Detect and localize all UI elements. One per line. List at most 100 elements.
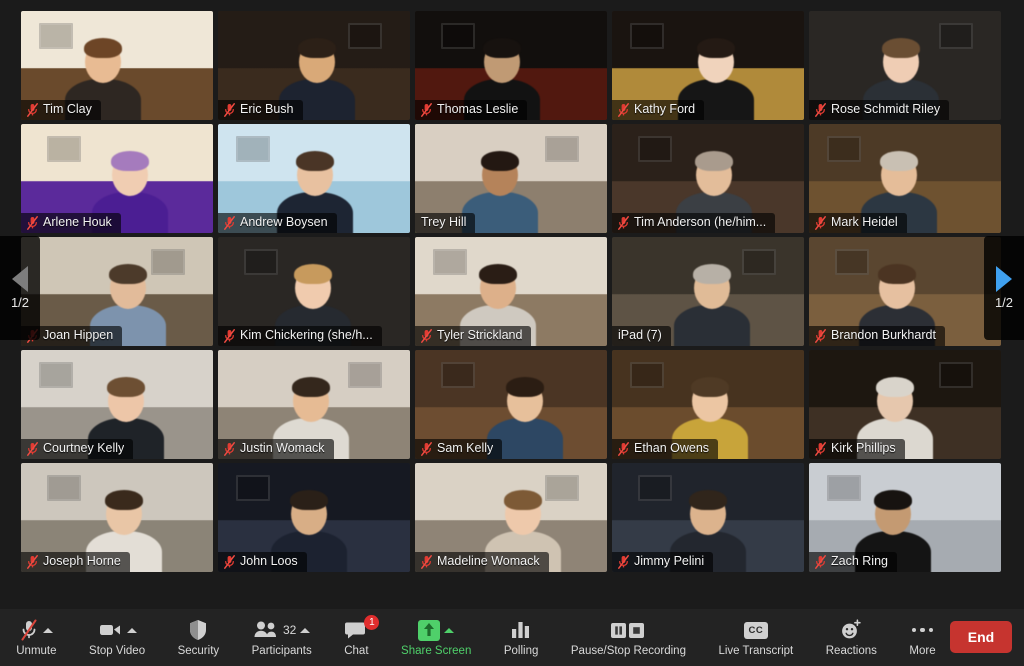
chevron-up-icon[interactable] bbox=[300, 627, 311, 633]
participant-name: iPad (7) bbox=[618, 328, 662, 342]
end-meeting-button[interactable]: End bbox=[950, 621, 1012, 653]
participant-hair bbox=[689, 490, 727, 510]
participant-nameplate: iPad (7) bbox=[612, 326, 671, 346]
zoom-meeting-window: Tim Clay Eric Bush Thomas Leslie Kathy Ford… bbox=[0, 0, 1024, 666]
microphone-muted-icon bbox=[27, 102, 38, 117]
participant-tile[interactable]: John Loos bbox=[218, 463, 410, 572]
next-page-button[interactable]: 1/2 bbox=[984, 236, 1024, 340]
toolbar-button-polling[interactable]: Polling bbox=[498, 609, 545, 666]
participant-tile[interactable]: Jimmy Pelini bbox=[612, 463, 804, 572]
participant-nameplate: Brandon Burkhardt bbox=[809, 326, 945, 346]
participant-tile[interactable]: Joseph Horne bbox=[21, 463, 213, 572]
participant-hair bbox=[695, 151, 733, 171]
participant-tile[interactable]: Tyler Strickland bbox=[415, 237, 607, 346]
wall-decor bbox=[939, 23, 973, 49]
toolbar-label: Reactions bbox=[825, 645, 877, 657]
wall-decor bbox=[638, 475, 672, 501]
toolbar-label: Share Screen bbox=[401, 645, 472, 657]
toolbar-label: Chat bbox=[344, 645, 369, 657]
microphone-muted-icon bbox=[815, 554, 826, 569]
participant-hair bbox=[691, 377, 729, 397]
participant-hair bbox=[111, 151, 149, 171]
chevron-up-icon[interactable] bbox=[127, 627, 138, 633]
icon-holder bbox=[19, 618, 39, 642]
triangle-left-icon bbox=[12, 266, 28, 292]
toolbar-button-reactions[interactable]: Reactions bbox=[820, 609, 883, 666]
toolbar-button-share-screen[interactable]: Share Screen bbox=[395, 609, 477, 666]
toolbar-icon-row: 32 bbox=[253, 618, 311, 642]
participant-hair bbox=[84, 38, 122, 58]
toolbar-button-more[interactable]: More bbox=[903, 609, 941, 666]
participant-nameplate: Rose Schmidt Riley bbox=[809, 100, 950, 120]
participant-nameplate: Eric Bush bbox=[218, 100, 303, 120]
participant-nameplate: Courtney Kelly bbox=[21, 439, 134, 459]
participant-name: Tim Anderson (he/him... bbox=[634, 215, 767, 229]
participant-tile[interactable]: Kim Chickering (she/h... bbox=[218, 237, 410, 346]
toolbar-button-chat[interactable]: 1 Chat bbox=[338, 609, 380, 666]
participant-nameplate: Kirk Phillips bbox=[809, 439, 905, 459]
participant-name: Zach Ring bbox=[831, 554, 888, 568]
participant-tile[interactable]: Tim Anderson (he/him... bbox=[612, 124, 804, 233]
participant-tile[interactable]: Thomas Leslie bbox=[415, 11, 607, 120]
participant-tile[interactable]: Andrew Boysen bbox=[218, 124, 410, 233]
wall-decor bbox=[441, 23, 475, 49]
participant-tile[interactable]: Trey Hill bbox=[415, 124, 607, 233]
shield-icon bbox=[190, 620, 207, 640]
toolbar-icon-row bbox=[911, 618, 934, 642]
microphone-muted-icon bbox=[421, 554, 432, 569]
participant-tile[interactable]: Tim Clay bbox=[21, 11, 213, 120]
participant-tile[interactable]: Courtney Kelly bbox=[21, 350, 213, 459]
microphone-muted-icon bbox=[27, 215, 38, 230]
toolbar-button-recording[interactable]: Pause/Stop Recording bbox=[565, 609, 692, 666]
toolbar-icon-row bbox=[188, 618, 208, 642]
participant-hair bbox=[878, 264, 916, 284]
participant-tile[interactable]: Sam Kelly bbox=[415, 350, 607, 459]
participant-tile[interactable]: Mark Heidel bbox=[809, 124, 1001, 233]
toolbar-button-transcript[interactable]: CC Live Transcript bbox=[712, 609, 799, 666]
participant-name: Ethan Owens bbox=[634, 441, 710, 455]
toolbar-button-security[interactable]: Security bbox=[172, 609, 226, 666]
participant-tile[interactable]: iPad (7) bbox=[612, 237, 804, 346]
pause-stop-icon bbox=[611, 623, 645, 638]
participant-tile[interactable]: Zach Ring bbox=[809, 463, 1001, 572]
wall-decor bbox=[630, 362, 664, 388]
participant-name: Arlene Houk bbox=[43, 215, 112, 229]
ellipsis-dot bbox=[920, 627, 925, 633]
wall-decor bbox=[835, 249, 869, 275]
participant-hair bbox=[876, 377, 914, 397]
toolbar-button-stop-video[interactable]: Stop Video bbox=[83, 609, 151, 666]
participant-name: Jimmy Pelini bbox=[634, 554, 705, 568]
participant-nameplate: Tim Anderson (he/him... bbox=[612, 213, 776, 233]
previous-page-button[interactable]: 1/2 bbox=[0, 236, 40, 340]
chevron-up-icon[interactable] bbox=[444, 627, 455, 633]
participant-tile[interactable]: Ethan Owens bbox=[612, 350, 804, 459]
participant-tile[interactable]: Joan Hippen bbox=[21, 237, 213, 346]
toolbar-button-participants[interactable]: 32 Participants bbox=[246, 609, 318, 666]
participant-tile[interactable]: Brandon Burkhardt bbox=[809, 237, 1001, 346]
toolbar-icon-row bbox=[509, 618, 533, 642]
participant-tile[interactable]: Justin Womack bbox=[218, 350, 410, 459]
participant-nameplate: Thomas Leslie bbox=[415, 100, 528, 120]
wall-decor bbox=[348, 23, 382, 49]
wall-decor bbox=[827, 475, 861, 501]
chevron-up-icon[interactable] bbox=[43, 627, 54, 633]
toolbar-button-unmute[interactable]: Unmute bbox=[10, 609, 62, 666]
microphone-muted-icon bbox=[224, 328, 235, 343]
participant-name: Tim Clay bbox=[43, 102, 92, 116]
closed-caption-icon: CC bbox=[743, 621, 768, 639]
toolbar-icon-row bbox=[19, 618, 54, 642]
gallery-grid: Tim Clay Eric Bush Thomas Leslie Kathy Ford… bbox=[21, 11, 1003, 573]
wall-decor bbox=[638, 136, 672, 162]
participant-tile[interactable]: Eric Bush bbox=[218, 11, 410, 120]
wall-decor bbox=[441, 362, 475, 388]
participant-tile[interactable]: Madeline Womack bbox=[415, 463, 607, 572]
share-screen-icon bbox=[418, 619, 441, 641]
participant-tile[interactable]: Arlene Houk bbox=[21, 124, 213, 233]
participant-tile[interactable]: Kirk Phillips bbox=[809, 350, 1001, 459]
participant-name: Kathy Ford bbox=[634, 102, 696, 116]
participant-name: Mark Heidel bbox=[831, 215, 898, 229]
participant-name: Kirk Phillips bbox=[831, 441, 896, 455]
microphone-muted-icon bbox=[421, 328, 432, 343]
participant-tile[interactable]: Rose Schmidt Riley bbox=[809, 11, 1001, 120]
participant-tile[interactable]: Kathy Ford bbox=[612, 11, 804, 120]
